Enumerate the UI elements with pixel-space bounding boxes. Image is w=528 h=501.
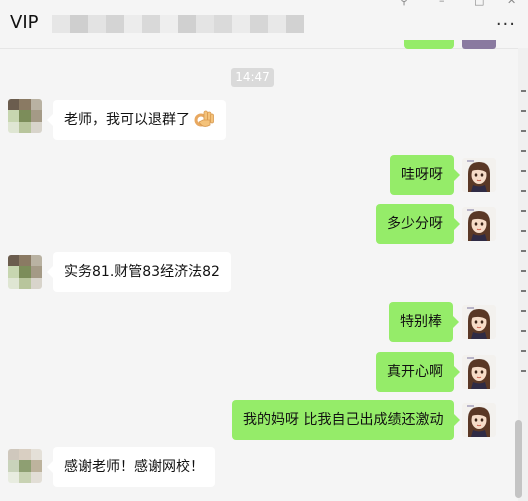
girl-avatar-icon: [462, 305, 496, 339]
my-avatar[interactable]: [462, 158, 496, 192]
message-text: 我的妈呀 比我自己出成绩还激动: [243, 412, 444, 428]
ok-hand-icon: [194, 110, 214, 127]
my-avatar[interactable]: [462, 403, 496, 437]
timestamp-badge: 14:47: [231, 68, 274, 87]
maximize-icon[interactable]: □: [474, 0, 484, 7]
message-bubble-sent[interactable]: 我的妈呀 比我自己出成绩还激动: [232, 400, 461, 440]
contact-avatar[interactable]: [8, 449, 42, 483]
message-bubble-sent[interactable]: 哇呀呀: [390, 155, 460, 195]
previous-message-avatar: [462, 40, 496, 49]
girl-avatar-icon: [462, 158, 496, 192]
girl-avatar-icon: [462, 207, 496, 241]
message-bubble-sent[interactable]: 特别棒: [389, 302, 459, 342]
message-bubble-received[interactable]: 感谢老师！感谢网校！: [47, 447, 215, 487]
minimize-icon[interactable]: –: [439, 0, 445, 7]
close-icon[interactable]: ✕: [507, 0, 516, 7]
scrollbar-thumb[interactable]: [515, 420, 522, 498]
message-text: 哇呀呀: [401, 167, 443, 183]
contact-avatar[interactable]: [8, 99, 42, 133]
my-avatar[interactable]: [462, 305, 496, 339]
message-text: 特别棒: [400, 314, 442, 330]
message-text: 实务81.财管83经济法82: [64, 264, 220, 280]
chat-title: VIP: [10, 12, 39, 33]
message-bubble-sent[interactable]: 真开心啊: [376, 352, 460, 392]
message-text: 多少分呀: [387, 216, 443, 232]
my-avatar[interactable]: [462, 355, 496, 389]
previous-message-bubble: [404, 40, 454, 49]
blurred-title-region: [52, 15, 304, 33]
more-options-button[interactable]: ···: [496, 14, 516, 35]
pin-icon[interactable]: ⚲: [400, 0, 408, 7]
scroll-edge-marks: [521, 90, 527, 390]
message-bubble-received[interactable]: 实务81.财管83经济法82: [47, 252, 231, 292]
message-text: 真开心啊: [387, 364, 443, 380]
message-text: 老师，我可以退群了: [64, 112, 190, 128]
contact-avatar[interactable]: [8, 255, 42, 289]
message-bubble-sent[interactable]: 多少分呀: [376, 204, 460, 244]
my-avatar[interactable]: [462, 207, 496, 241]
girl-avatar-icon: [462, 355, 496, 389]
message-bubble-received[interactable]: 老师，我可以退群了: [47, 100, 226, 140]
girl-avatar-icon: [462, 403, 496, 437]
message-text: 感谢老师！感谢网校！: [64, 459, 204, 475]
